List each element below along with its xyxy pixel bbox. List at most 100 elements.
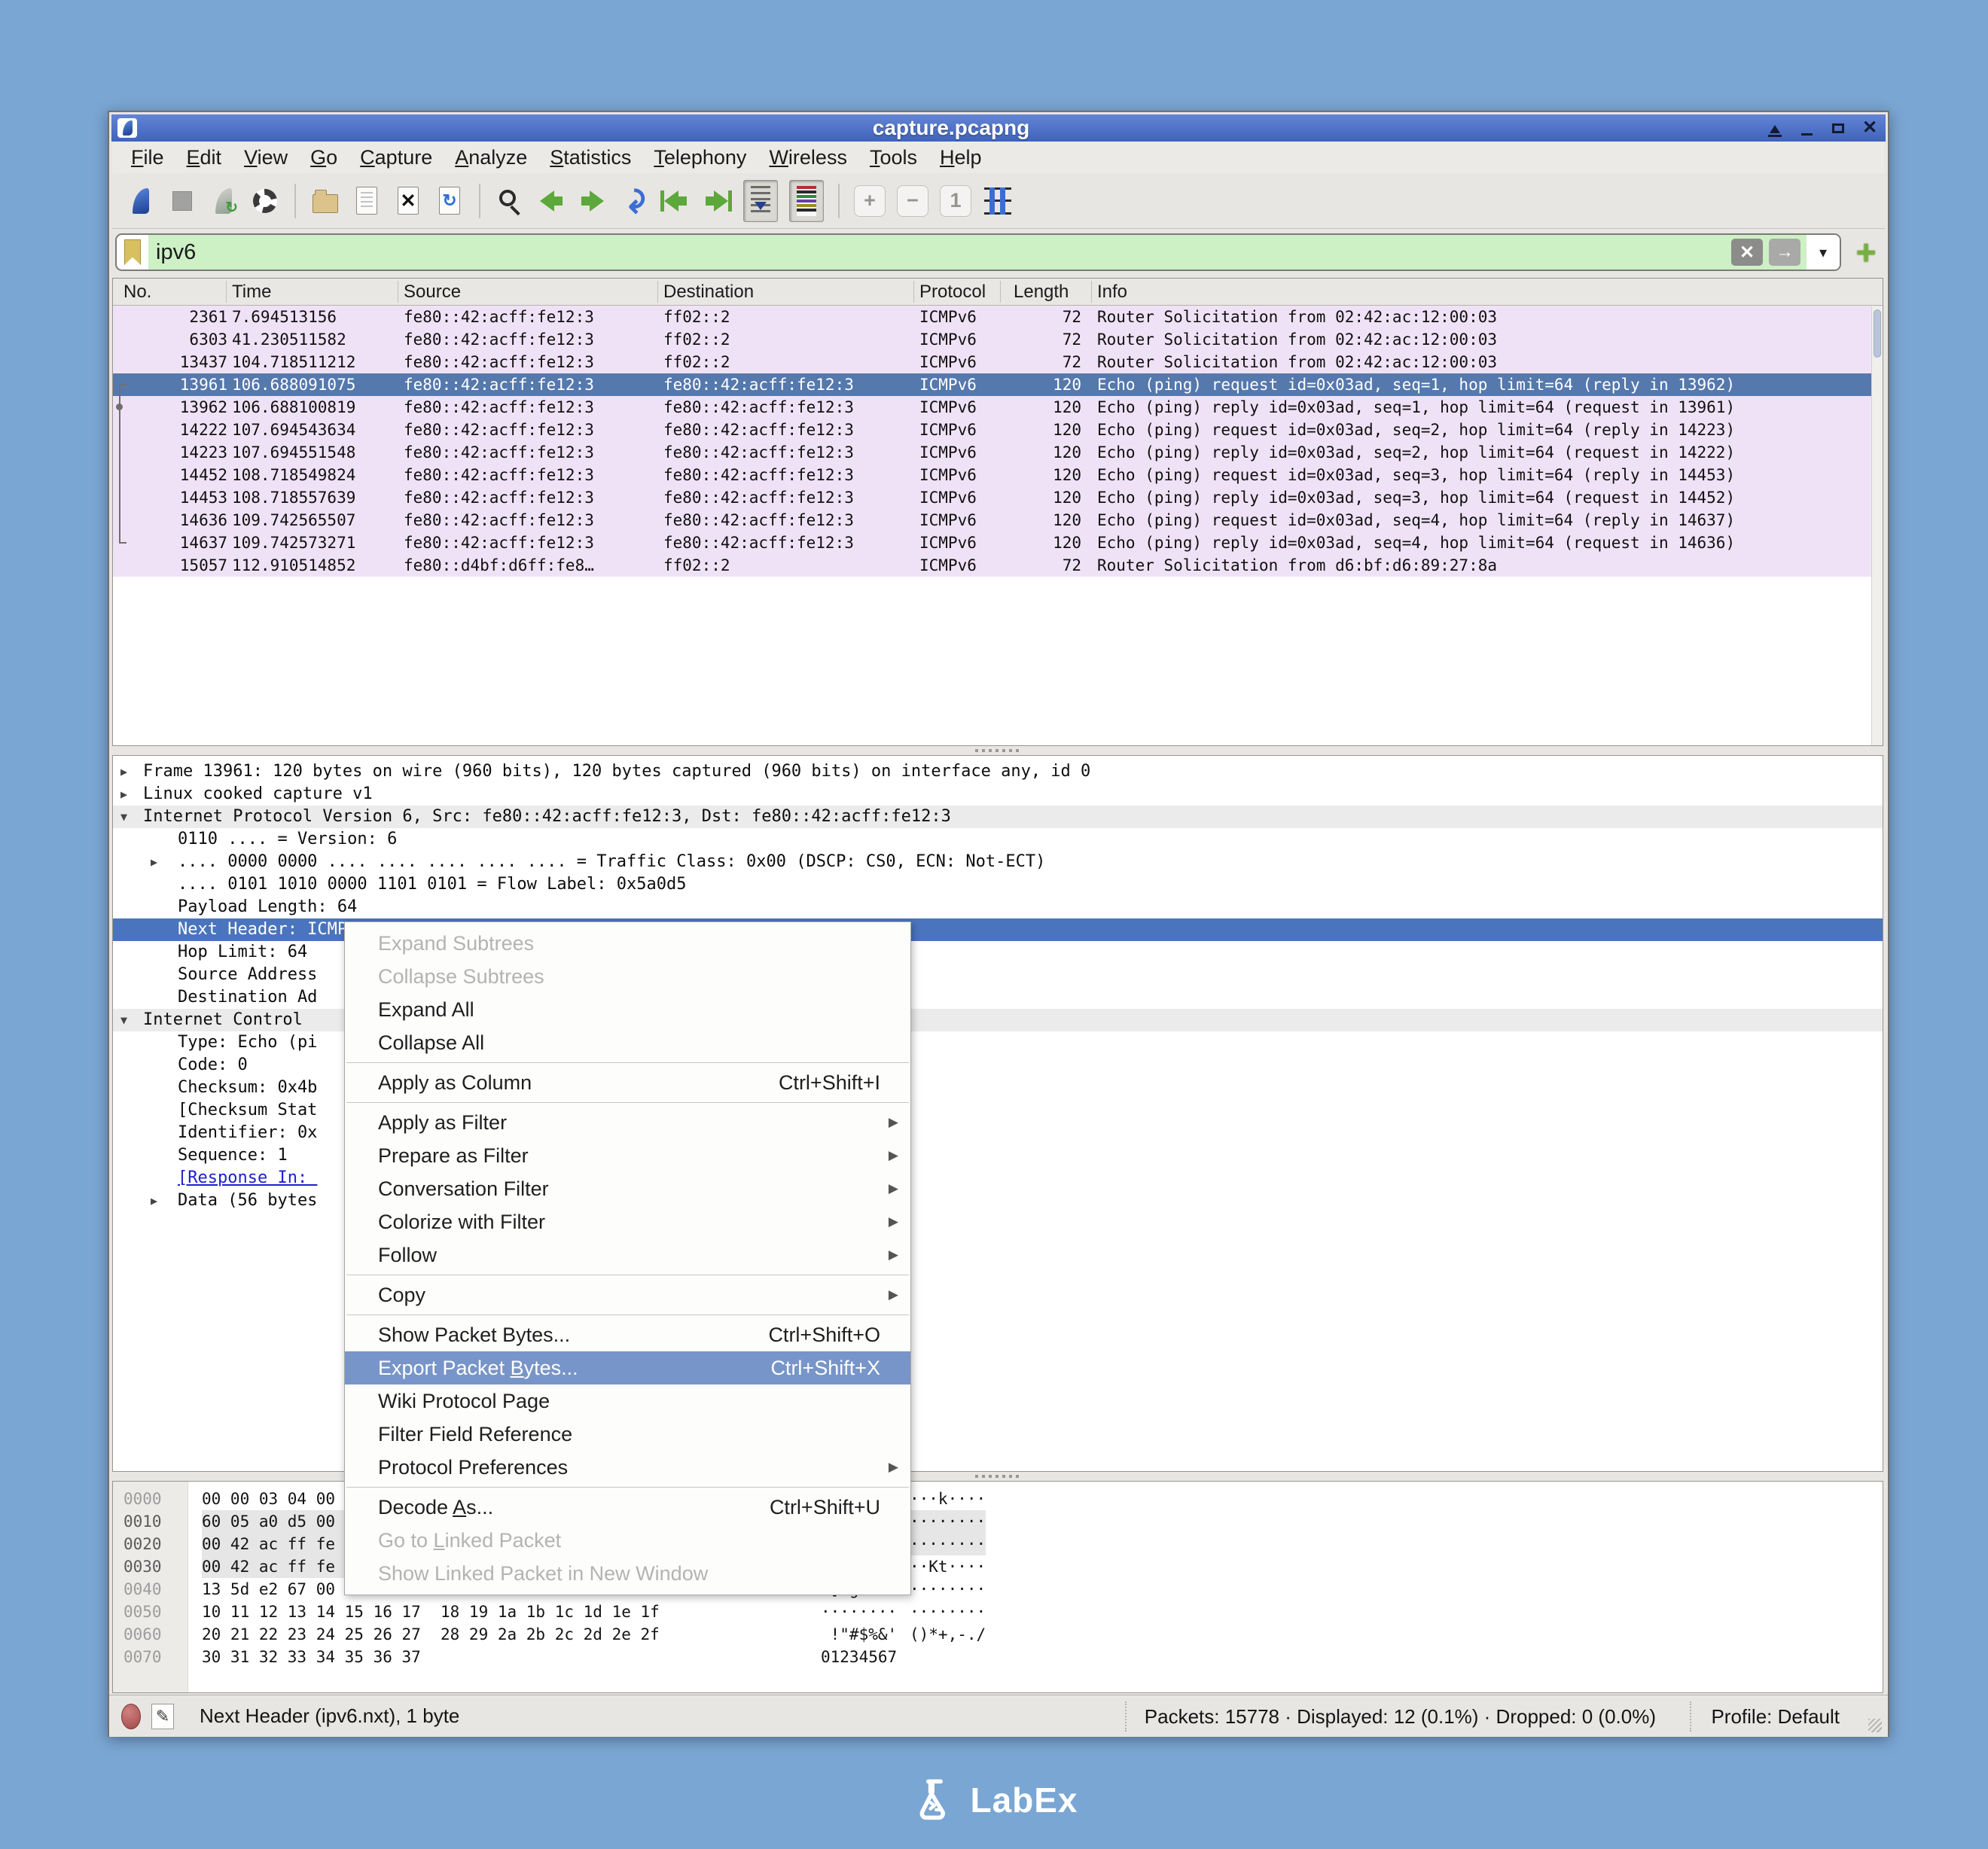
maximize-icon[interactable]: [1828, 117, 1848, 139]
hex-bytes-group1[interactable]: 30 31 32 33 34 35 36 37: [202, 1646, 421, 1668]
ascii-group2[interactable]: ········: [910, 1601, 986, 1623]
packet-row[interactable]: 23617.694513156fe80::42:acff:fe12:3ff02:…: [113, 306, 1883, 328]
zoom-100-button[interactable]: 1: [940, 181, 971, 221]
context-item-collapse-subtrees[interactable]: Collapse Subtrees: [345, 960, 910, 993]
start-capture-button[interactable]: [126, 181, 156, 221]
ascii-group1[interactable]: 01234567: [821, 1646, 897, 1668]
context-item-wiki-protocol-page[interactable]: Wiki Protocol Page: [345, 1384, 910, 1418]
splitter-list-details[interactable]: [112, 746, 1883, 755]
find-packet-button[interactable]: [495, 181, 525, 221]
next-packet-button[interactable]: [578, 181, 608, 221]
resize-columns-button[interactable]: [983, 181, 1013, 221]
context-item-show-linked-packet-in-new-window[interactable]: Show Linked Packet in New Window: [345, 1557, 910, 1590]
chevron-right-icon[interactable]: ▶: [151, 851, 157, 873]
filter-dropdown-caret[interactable]: ▾: [1807, 235, 1840, 270]
stop-capture-button[interactable]: [167, 181, 197, 221]
context-item-colorize-with-filter[interactable]: Colorize with Filter▶: [345, 1205, 910, 1238]
display-filter-field[interactable]: ✕ → ▾: [115, 233, 1841, 271]
clear-filter-button[interactable]: ✕: [1731, 239, 1763, 266]
column-divider[interactable]: [226, 281, 227, 303]
menu-view[interactable]: View: [233, 143, 299, 172]
chevron-right-icon[interactable]: ▶: [151, 1190, 157, 1212]
display-filter-input[interactable]: [148, 235, 1731, 270]
context-item-filter-field-reference[interactable]: Filter Field Reference: [345, 1418, 910, 1451]
status-profile[interactable]: Profile: Default: [1690, 1701, 1840, 1732]
add-filter-button[interactable]: +: [1850, 237, 1882, 267]
ascii-group1[interactable]: !"#$%&': [821, 1623, 897, 1646]
first-packet-button[interactable]: [660, 181, 691, 221]
hex-bytes-group2[interactable]: 18 19 1a 1b 1c 1d 1e 1f: [441, 1601, 660, 1623]
column-header-info[interactable]: Info: [1097, 282, 1127, 303]
menu-help[interactable]: Help: [928, 143, 993, 172]
tree-row[interactable]: .... 0101 1010 0000 1101 0101 = Flow Lab…: [113, 873, 1883, 896]
column-divider[interactable]: [1000, 281, 1001, 303]
chevron-right-icon[interactable]: ▶: [120, 760, 127, 783]
shade-icon[interactable]: [1765, 117, 1785, 139]
hex-row[interactable]: 006020 21 22 23 24 25 26 2728 29 2a 2b 2…: [113, 1623, 1883, 1646]
packet-row[interactable]: 14637109.742573271fe80::42:acff:fe12:3fe…: [113, 532, 1883, 554]
ascii-group2[interactable]: ··Kt····: [910, 1555, 986, 1578]
menu-file[interactable]: File: [120, 143, 175, 172]
context-item-expand-subtrees[interactable]: Expand Subtrees: [345, 927, 910, 960]
restart-capture-button[interactable]: [209, 181, 239, 221]
hex-bytes-group1[interactable]: 10 11 12 13 14 15 16 17: [202, 1601, 421, 1623]
packet-row[interactable]: 14636109.742565507fe80::42:acff:fe12:3fe…: [113, 509, 1883, 532]
menu-tools[interactable]: Tools: [858, 143, 928, 172]
column-divider[interactable]: [913, 281, 914, 303]
tree-row[interactable]: ▶Linux cooked capture v1: [113, 783, 1883, 806]
expert-info-icon[interactable]: [121, 1704, 141, 1729]
column-divider[interactable]: [1091, 281, 1092, 303]
chevron-down-icon[interactable]: ▼: [120, 806, 127, 828]
column-header-destination[interactable]: Destination: [663, 282, 754, 303]
go-to-packet-button[interactable]: ↷: [619, 181, 649, 221]
hex-row[interactable]: 007030 31 32 33 34 35 36 3701234567: [113, 1646, 1883, 1668]
minimize-icon[interactable]: [1797, 117, 1816, 139]
column-header-no[interactable]: No.: [123, 282, 151, 303]
context-item-protocol-preferences[interactable]: Protocol Preferences▶: [345, 1451, 910, 1484]
column-header-time[interactable]: Time: [232, 282, 271, 303]
column-header-source[interactable]: Source: [404, 282, 461, 303]
column-header-length[interactable]: Length: [1014, 282, 1069, 303]
packet-row[interactable]: 14223107.694551548fe80::42:acff:fe12:3fe…: [113, 441, 1883, 464]
previous-packet-button[interactable]: [536, 181, 566, 221]
packet-row[interactable]: 630341.230511582fe80::42:acff:fe12:3ff02…: [113, 328, 1883, 351]
context-item-expand-all[interactable]: Expand All: [345, 993, 910, 1026]
context-item-apply-as-column[interactable]: Apply as ColumnCtrl+Shift+I: [345, 1066, 910, 1099]
close-icon[interactable]: [1860, 117, 1880, 139]
bookmark-icon[interactable]: [124, 239, 141, 265]
menu-wireless[interactable]: Wireless: [758, 143, 858, 172]
menu-capture[interactable]: Capture: [349, 143, 444, 172]
menu-telephony[interactable]: Telephony: [642, 143, 758, 172]
apply-filter-button[interactable]: →: [1769, 239, 1800, 266]
tree-row[interactable]: Payload Length: 64: [113, 896, 1883, 918]
hex-row[interactable]: 005010 11 12 13 14 15 16 1718 19 1a 1b 1…: [113, 1601, 1883, 1623]
packet-row[interactable]: 14222107.694543634fe80::42:acff:fe12:3fe…: [113, 419, 1883, 441]
context-item-export-packet-bytes[interactable]: Export Packet Bytes...Ctrl+Shift+X: [345, 1351, 910, 1384]
chevron-right-icon[interactable]: ▶: [120, 783, 127, 806]
ascii-group2[interactable]: ···k····: [910, 1488, 986, 1510]
zoom-out-button[interactable]: −: [897, 181, 928, 221]
ascii-group2[interactable]: ········: [910, 1578, 986, 1601]
capture-options-button[interactable]: [250, 181, 280, 221]
packet-row[interactable]: 14452108.718549824fe80::42:acff:fe12:3fe…: [113, 464, 1883, 486]
ascii-group1[interactable]: ········: [821, 1601, 897, 1623]
hex-bytes-group1[interactable]: 20 21 22 23 24 25 26 27: [202, 1623, 421, 1646]
context-item-conversation-filter[interactable]: Conversation Filter▶: [345, 1172, 910, 1205]
scrollbar-thumb[interactable]: [1874, 309, 1881, 358]
ascii-group2[interactable]: ········: [910, 1510, 986, 1533]
menu-statistics[interactable]: Statistics: [538, 143, 642, 172]
open-file-button[interactable]: [310, 181, 340, 221]
hex-bytes-group2[interactable]: 28 29 2a 2b 2c 2d 2e 2f: [441, 1623, 660, 1646]
packet-row[interactable]: 15057112.910514852fe80::d4bf:d6ff:fe8…ff…: [113, 554, 1883, 577]
context-item-follow[interactable]: Follow▶: [345, 1238, 910, 1272]
titlebar[interactable]: capture.pcapng: [111, 114, 1886, 142]
tree-row[interactable]: ▶Frame 13961: 120 bytes on wire (960 bit…: [113, 760, 1883, 783]
colorize-toggle[interactable]: [789, 180, 824, 222]
packet-list-scrollbar[interactable]: [1871, 306, 1883, 745]
column-header-protocol[interactable]: Protocol: [919, 282, 986, 303]
last-packet-button[interactable]: [702, 181, 732, 221]
tree-row[interactable]: ▼Internet Protocol Version 6, Src: fe80:…: [113, 806, 1883, 828]
save-file-button[interactable]: [352, 181, 382, 221]
menu-analyze[interactable]: Analyze: [444, 143, 538, 172]
capture-comment-icon[interactable]: ✎: [151, 1704, 174, 1729]
